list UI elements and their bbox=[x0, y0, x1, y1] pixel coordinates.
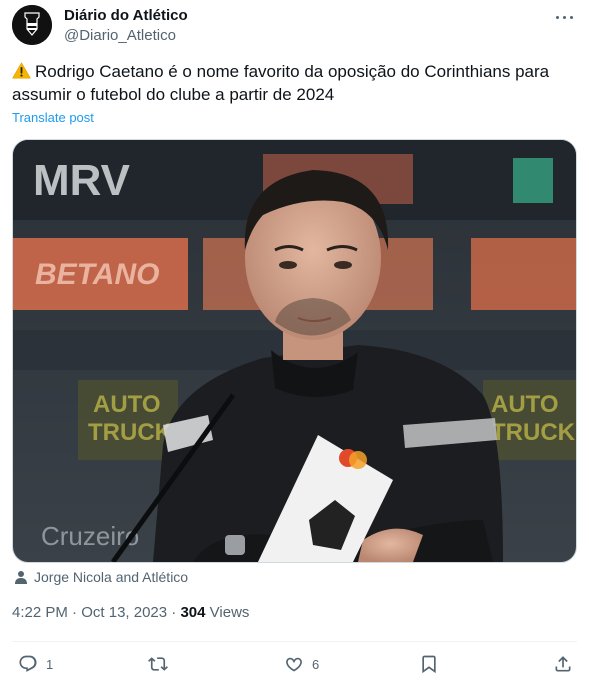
share-button[interactable] bbox=[553, 652, 573, 676]
heart-icon bbox=[286, 657, 302, 672]
repost-button[interactable] bbox=[148, 652, 176, 676]
reply-button[interactable]: 1 bbox=[18, 652, 53, 676]
like-count: 6 bbox=[312, 656, 320, 672]
tweet-body: Rodrigo Caetano é o nome favorito da opo… bbox=[12, 62, 550, 104]
author-handle[interactable]: @Diario_Atletico bbox=[64, 26, 188, 46]
tagged-users-label: Jorge Nicola and Atlético bbox=[34, 569, 189, 585]
bookmark-button[interactable] bbox=[419, 652, 439, 676]
backdrop-text-mrv: MRV bbox=[33, 156, 131, 205]
bookmark-icon bbox=[422, 655, 436, 674]
more-options-icon[interactable] bbox=[553, 7, 577, 27]
reply-count: 1 bbox=[46, 656, 54, 672]
warning-icon bbox=[12, 62, 31, 79]
author-names: Diário do Atlético @Diario_Atletico bbox=[64, 7, 188, 46]
author-display-name[interactable]: Diário do Atlético bbox=[64, 7, 188, 25]
tagged-users[interactable]: Jorge Nicola and Atlético bbox=[14, 569, 188, 585]
tweet: Diário do Atlético @Diario_Atletico Rodr… bbox=[0, 0, 589, 681]
like-button[interactable]: 6 bbox=[284, 652, 319, 676]
backdrop-text-auto-left: AUTO bbox=[93, 391, 161, 418]
backdrop-text-truck-left: TRUCK bbox=[88, 419, 173, 446]
views-count: 304 bbox=[180, 604, 206, 621]
action-bar: 1 6 bbox=[12, 650, 577, 678]
tweet-photo[interactable]: MRV BETANO AUTO TRUCK AUTO TRUCK Cruzeir… bbox=[12, 139, 577, 563]
backdrop-text-auto-right: AUTO bbox=[491, 391, 559, 418]
tweet-text: Rodrigo Caetano é o nome favorito da opo… bbox=[12, 60, 572, 106]
tweet-date[interactable]: Oct 13, 2023 bbox=[81, 604, 167, 621]
avatar[interactable] bbox=[12, 5, 52, 45]
translate-post-link[interactable]: Translate post bbox=[12, 110, 94, 125]
meta-separator: · bbox=[72, 604, 82, 621]
backdrop-text-betano: BETANO bbox=[35, 258, 159, 291]
backdrop-text-truck-right: TRUCK bbox=[491, 419, 576, 446]
share-icon bbox=[555, 656, 571, 672]
tweet-header: Diário do Atlético @Diario_Atletico bbox=[12, 5, 577, 49]
tweet-meta: 4:22 PM · Oct 13, 2023 · 304 Views bbox=[12, 604, 249, 621]
repost-icon bbox=[148, 657, 168, 671]
divider bbox=[12, 641, 577, 642]
person-icon bbox=[15, 571, 27, 584]
reply-icon bbox=[19, 655, 37, 672]
tweet-time[interactable]: 4:22 PM bbox=[12, 604, 68, 621]
views-label: Views bbox=[209, 604, 250, 621]
